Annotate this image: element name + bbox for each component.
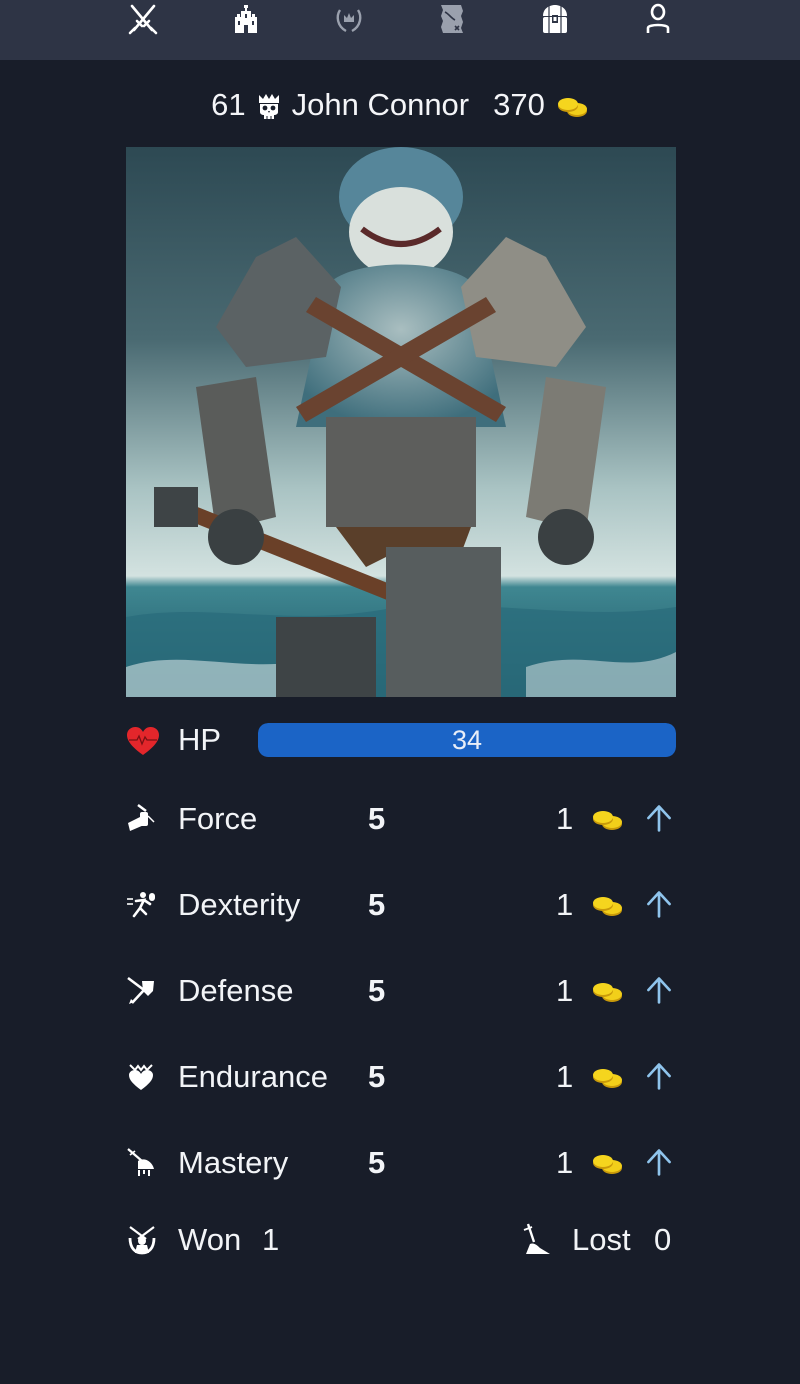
user-icon: [646, 3, 670, 33]
stat-row-mastery: Mastery 5 1: [126, 1141, 676, 1185]
stat-value: 5: [368, 1059, 386, 1094]
gold-coins-icon: [590, 979, 624, 1005]
laurel-crown-icon: [336, 9, 362, 33]
running-icon: [126, 889, 156, 919]
player-header: 61 John Connor 370: [0, 82, 800, 128]
hp-label: HP: [178, 722, 222, 757]
stat-name: Dexterity: [178, 887, 301, 922]
heart-crown-icon: [126, 1061, 156, 1091]
stat-name: Endurance: [178, 1059, 328, 1094]
upgrade-defense-button[interactable]: [642, 973, 676, 1007]
upgrade-force-button[interactable]: [642, 801, 676, 835]
nav-inventory[interactable]: [535, 2, 575, 36]
stat-name: Mastery: [178, 1145, 289, 1180]
won-label: Won: [178, 1222, 242, 1257]
stat-row-force: Force 5 1: [126, 797, 676, 841]
player-name: John Connor: [291, 87, 470, 122]
crowned-skull-icon: [256, 87, 282, 123]
stat-name: Force: [178, 801, 258, 836]
gold-coins-icon: [590, 893, 624, 919]
sword-slash-icon: [126, 1147, 156, 1177]
arrow-up-icon: [647, 891, 671, 918]
gold-coins-icon: [590, 1151, 624, 1177]
top-navigation: [0, 0, 800, 60]
stat-row-defense: Defense 5 1: [126, 969, 676, 1013]
hp-value: 34: [451, 725, 483, 755]
nav-castle[interactable]: [226, 2, 266, 36]
character-portrait: [126, 147, 676, 697]
hp-bar: 34: [258, 723, 676, 757]
won-value: 1: [262, 1222, 280, 1257]
gold-coins-icon: [590, 807, 624, 833]
arrow-up-icon: [647, 1063, 671, 1090]
stat-cost: 1: [556, 1059, 574, 1094]
shield-arrow-icon: [126, 975, 156, 1005]
upgrade-mastery-button[interactable]: [642, 1145, 676, 1179]
fist-icon: [126, 803, 156, 833]
gold-coins-icon: [590, 1065, 624, 1091]
upgrade-endurance-button[interactable]: [642, 1059, 676, 1093]
arrow-up-icon: [647, 805, 671, 832]
treasure-map-icon: [441, 5, 463, 33]
hp-row: HP 34: [126, 720, 676, 760]
lost-label: Lost: [572, 1222, 631, 1257]
heartbeat-icon: [126, 726, 160, 756]
player-level: 61: [211, 87, 246, 122]
nav-map[interactable]: [432, 2, 472, 36]
upgrade-dexterity-button[interactable]: [642, 887, 676, 921]
grave-sword-icon: [520, 1222, 552, 1256]
stat-cost: 1: [556, 887, 574, 922]
victory-icon: [126, 1224, 158, 1256]
arrow-up-icon: [647, 977, 671, 1004]
stat-row-dexterity: Dexterity 5 1: [126, 883, 676, 927]
stat-cost: 1: [556, 801, 574, 836]
gold-coins-icon: [555, 87, 589, 123]
nav-rankings[interactable]: [329, 2, 369, 36]
stat-cost: 1: [556, 973, 574, 1008]
crossed-swords-icon: [128, 4, 158, 35]
nav-profile[interactable]: [638, 2, 678, 36]
stat-cost: 1: [556, 1145, 574, 1180]
battle-results: Won 1 Lost 0: [126, 1218, 676, 1262]
treasure-chest-icon: [543, 5, 567, 33]
nav-battle[interactable]: [123, 2, 163, 36]
stat-value: 5: [368, 973, 386, 1008]
lost-value: 0: [654, 1222, 672, 1257]
stat-value: 5: [368, 1145, 386, 1180]
stat-row-endurance: Endurance 5 1: [126, 1055, 676, 1099]
castle-icon: [235, 5, 257, 33]
stat-value: 5: [368, 801, 386, 836]
stat-name: Defense: [178, 973, 294, 1008]
stat-value: 5: [368, 887, 386, 922]
arrow-up-icon: [647, 1149, 671, 1176]
shark-warrior-image: [126, 147, 676, 697]
player-gold: 370: [493, 87, 545, 122]
